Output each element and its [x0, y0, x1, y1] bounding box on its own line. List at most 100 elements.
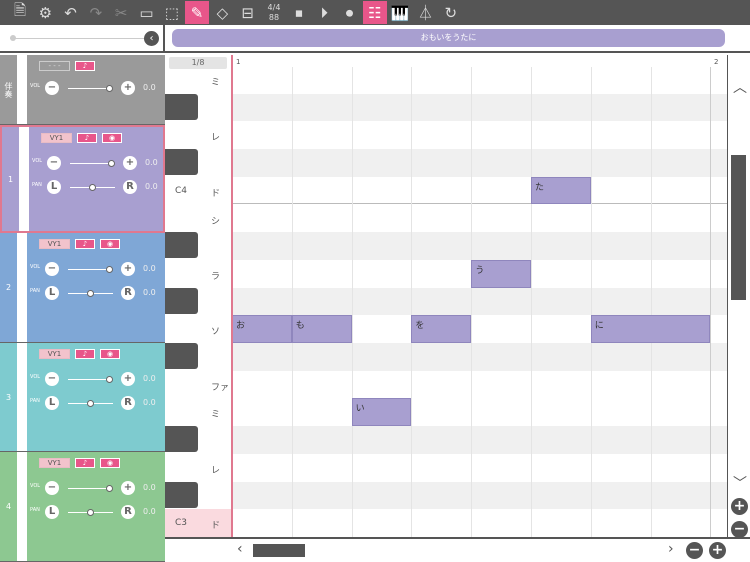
marquee-select-button[interactable]: ⬚ [160, 1, 184, 24]
note-view-button[interactable]: ♪ [75, 458, 95, 468]
zoom-out-vertical-button[interactable]: − [731, 521, 748, 538]
play-button[interactable]: ⏵ [312, 1, 336, 24]
pencil-button[interactable]: ✎ [185, 1, 210, 24]
note-view-button[interactable]: ♪ [75, 349, 95, 359]
piano-keyboard[interactable]: 1/8 ミレドシラソファミレド C4 C3 [165, 55, 231, 537]
vol-slider[interactable] [68, 485, 113, 492]
visibility-button[interactable]: ◉ [100, 458, 120, 468]
scroll-right-icon[interactable]: › [668, 541, 674, 557]
volume-up-button[interactable]: + [121, 481, 135, 495]
black-key[interactable] [165, 343, 198, 369]
pan-slider[interactable] [70, 184, 115, 191]
volume-down-button[interactable]: − [47, 156, 61, 170]
record-button[interactable]: ⏺ [338, 1, 362, 24]
pan-left-button[interactable]: L [45, 396, 59, 410]
scroll-up-icon[interactable]: ︿ [733, 77, 747, 97]
black-key[interactable] [165, 93, 198, 120]
vol-slider-knob[interactable] [106, 266, 113, 273]
vol-slider-knob[interactable] [106, 85, 113, 92]
note-view-button[interactable]: ♪ [75, 61, 95, 71]
collapse-panel-button[interactable]: ‹ [144, 31, 159, 46]
visibility-button[interactable]: ◉ [102, 133, 122, 143]
pan-right-button[interactable]: R [121, 505, 135, 519]
stop-button[interactable]: ⏹ [287, 1, 311, 24]
voicebank-button[interactable]: VY1 [39, 239, 70, 249]
vol-slider[interactable] [68, 266, 113, 273]
pan-left-button[interactable]: L [47, 180, 61, 194]
black-key[interactable] [165, 232, 198, 259]
visibility-button[interactable]: ◉ [100, 239, 120, 249]
vol-slider[interactable] [68, 376, 113, 383]
pan-slider-knob[interactable] [89, 184, 96, 191]
note[interactable]: た [531, 176, 591, 205]
lyric-input[interactable]: おもいをうたに [172, 29, 725, 47]
loop-button[interactable]: ↻ [439, 1, 463, 24]
black-key[interactable] [165, 149, 198, 176]
measure-ruler[interactable]: 1 2 [233, 55, 727, 67]
undo-button[interactable]: ↶ [59, 1, 83, 24]
pan-right-button[interactable]: R [121, 286, 135, 300]
note[interactable]: い [351, 398, 412, 427]
track-3[interactable]: 3 VY1 ♪ ◉ VOL − +0.0 PAN L R 0.0 [0, 343, 165, 452]
pan-slider-knob[interactable] [87, 290, 94, 297]
track-1[interactable]: 1 VY1 ♪ ◉ VOL − +0.0 PAN L R 0.0 [0, 125, 165, 233]
black-key[interactable] [165, 426, 198, 453]
vertical-scrollbar[interactable]: ︿ ﹀ + − [727, 55, 750, 538]
track-2[interactable]: 2 VY1 ♪ ◉ VOL − +0.0 PAN L R 0.0 [0, 233, 165, 343]
pan-slider[interactable] [68, 290, 113, 297]
pan-slider-knob[interactable] [87, 400, 94, 407]
scroll-left-icon[interactable]: ‹ [237, 541, 243, 557]
instrument-button[interactable]: - - - [39, 61, 70, 71]
note-view-button[interactable]: ♪ [75, 239, 95, 249]
track-4[interactable]: 4 VY1 ♪ ◉ VOL − +0.0 PAN L R 0.0 [0, 452, 165, 562]
vol-slider-knob[interactable] [108, 160, 115, 167]
black-key[interactable] [165, 287, 198, 314]
volume-up-button[interactable]: + [123, 156, 137, 170]
eraser-button[interactable]: ◇ [210, 1, 234, 24]
note[interactable]: も [291, 315, 352, 343]
visibility-button[interactable]: ◉ [100, 349, 120, 359]
vol-slider[interactable] [68, 85, 113, 92]
voicebank-button[interactable]: VY1 [41, 133, 72, 143]
pan-left-button[interactable]: L [45, 286, 59, 300]
quantize-selector[interactable]: 1/8 [169, 57, 227, 69]
pan-slider[interactable] [68, 509, 113, 516]
zoom-in-vertical-button[interactable]: + [731, 498, 748, 515]
vol-slider-knob[interactable] [106, 485, 113, 492]
zoom-in-horizontal-button[interactable]: + [709, 542, 726, 559]
volume-down-button[interactable]: − [45, 481, 59, 495]
note[interactable]: お [233, 315, 292, 343]
toolbox-button[interactable]: ⊟ [236, 1, 260, 24]
vol-slider[interactable] [70, 160, 115, 167]
volume-up-button[interactable]: + [121, 372, 135, 386]
voicebank-button[interactable]: VY1 [39, 349, 70, 359]
gear-button[interactable]: ⚙ [33, 1, 57, 24]
note-view-button[interactable]: ♪ [77, 133, 97, 143]
scroll-down-icon[interactable]: ﹀ [733, 473, 747, 493]
volume-up-button[interactable]: + [121, 81, 135, 95]
metronome-button[interactable]: ⏃ [413, 1, 437, 24]
volume-down-button[interactable]: − [45, 372, 59, 386]
select-button[interactable]: ▭ [134, 1, 158, 24]
track-zoom-slider[interactable] [10, 35, 145, 41]
piano-roll-grid[interactable]: おもい をう たに 1 2 [231, 55, 727, 537]
pan-right-button[interactable]: R [121, 396, 135, 410]
pan-left-button[interactable]: L [45, 505, 59, 519]
black-key[interactable] [165, 481, 198, 508]
note[interactable]: に [590, 315, 711, 343]
voicebank-button[interactable]: VY1 [39, 458, 70, 468]
file-music-button[interactable]: 🗎 [8, 1, 32, 24]
volume-up-button[interactable]: + [121, 262, 135, 276]
pan-slider-knob[interactable] [87, 509, 94, 516]
piano-button[interactable]: 🎹 [388, 1, 412, 24]
volume-down-button[interactable]: − [45, 81, 59, 95]
pan-slider[interactable] [68, 400, 113, 407]
horizontal-scroll-thumb[interactable] [253, 544, 305, 557]
zoom-out-horizontal-button[interactable]: − [686, 542, 703, 559]
vol-slider-knob[interactable] [106, 376, 113, 383]
redo-button[interactable]: ↷ [84, 1, 108, 24]
tempo-display[interactable]: 4/4 88 [261, 3, 287, 23]
vertical-scroll-thumb[interactable] [731, 155, 746, 300]
track-0[interactable]: 伴奏 - - - ♪ VOL − +0.0 [0, 55, 165, 125]
pan-right-button[interactable]: R [123, 180, 137, 194]
